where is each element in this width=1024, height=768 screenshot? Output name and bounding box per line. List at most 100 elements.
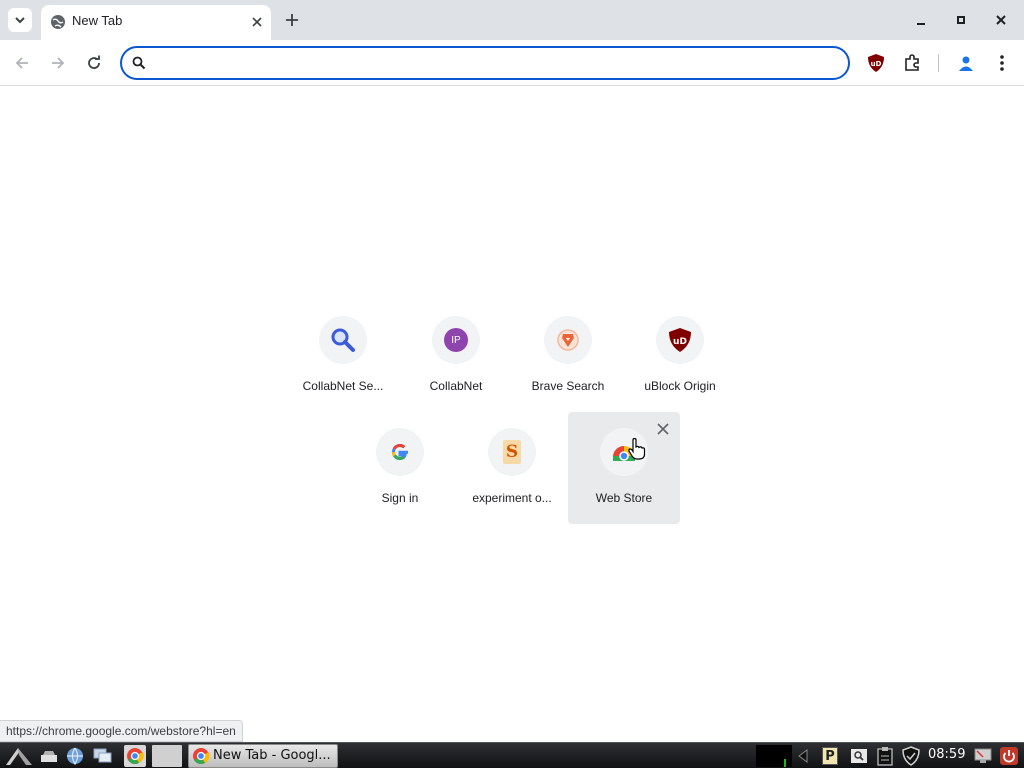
p-letter-text: P	[825, 748, 835, 764]
shortcut-label: CollabNet Se...	[302, 379, 384, 393]
globe-icon	[51, 15, 65, 29]
ip-letter-icon: IP	[444, 328, 468, 352]
network-icon	[798, 749, 808, 763]
reload-button[interactable]	[81, 50, 107, 76]
minimize-button[interactable]	[909, 8, 933, 32]
tab-title: New Tab	[72, 13, 123, 28]
shield-icon	[902, 746, 920, 766]
shortcut-label: uBlock Origin	[644, 379, 716, 393]
browser-launcher[interactable]	[64, 745, 86, 767]
window-list-button[interactable]	[92, 745, 114, 767]
network-tray-icon[interactable]	[794, 745, 814, 767]
start-menu-button[interactable]	[4, 745, 34, 767]
tab-close-button[interactable]	[247, 12, 267, 32]
shortcut-tile-hovered[interactable]: Web Store	[568, 412, 680, 524]
tab-new-tab[interactable]: New Tab	[41, 5, 271, 40]
arrow-right-icon	[52, 57, 65, 69]
taskbar-window-button[interactable]: New Tab - Googl...	[188, 744, 338, 768]
shortcut-icon-circle: uD	[656, 316, 704, 364]
power-icon	[1000, 747, 1018, 765]
status-bubble-url: https://chrome.google.com/webstore?hl=en	[0, 720, 243, 742]
clipboard-tray-icon[interactable]	[874, 745, 896, 767]
close-icon	[657, 423, 669, 435]
arrow-left-icon	[15, 57, 28, 69]
tab-search-button[interactable]	[8, 8, 32, 32]
hand-cursor-icon	[628, 438, 646, 460]
shortcut-tile[interactable]: IP CollabNet	[400, 300, 512, 412]
shortcut-icon-circle	[376, 428, 424, 476]
s-letter-text: S	[505, 442, 519, 462]
shortcut-icon-circle: IP	[432, 316, 480, 364]
workspace-switcher[interactable]	[152, 745, 182, 767]
reload-icon	[88, 55, 100, 69]
ublock-letters: uD	[673, 337, 687, 347]
ip-letter-text: IP	[451, 334, 461, 346]
toolbar-separator	[938, 54, 939, 72]
chrome-icon	[127, 748, 144, 764]
shield-tray-icon[interactable]	[900, 745, 922, 767]
minimize-icon	[917, 23, 925, 25]
cpu-monitor-graph	[756, 745, 792, 767]
s-letter-icon: S	[503, 440, 521, 464]
shortcut-label: Web Store	[595, 491, 653, 505]
person-icon	[959, 56, 973, 71]
show-desktop-button[interactable]	[38, 745, 60, 767]
svg-text:uD: uD	[871, 60, 882, 68]
shortcut-icon-circle	[544, 316, 592, 364]
shortcut-label: Sign in	[381, 491, 419, 505]
chrome-icon	[193, 748, 210, 764]
cpu-graph-icon	[784, 759, 786, 767]
os-taskbar: New Tab - Googl... P 08:59	[0, 742, 1024, 768]
toolbar: uD	[0, 40, 1024, 86]
ublock-shield-icon: uD	[669, 328, 691, 352]
clipboard-icon	[877, 747, 893, 766]
brave-lion-icon	[557, 329, 579, 351]
search-tray-icon[interactable]	[848, 745, 870, 767]
shortcut-icon-circle: S	[488, 428, 536, 476]
shortcut-tile[interactable]: CollabNet Se...	[287, 300, 399, 412]
google-g-icon	[391, 444, 408, 461]
shortcut-label: CollabNet	[429, 379, 483, 393]
kebab-menu-icon	[1000, 55, 1004, 71]
extensions-button[interactable]	[900, 51, 924, 75]
shortcut-tile[interactable]: S experiment o...	[456, 412, 568, 524]
tab-strip: New Tab	[0, 0, 1024, 40]
plus-icon	[286, 14, 298, 26]
profile-button[interactable]	[954, 51, 978, 75]
ublock-shield-icon: uD	[868, 54, 884, 72]
ublock-extension-button[interactable]: uD	[864, 51, 888, 75]
shortcut-tile[interactable]: uD uBlock Origin	[624, 300, 736, 412]
close-icon	[996, 15, 1006, 25]
taskbar-clock: 08:59	[928, 747, 966, 762]
p-tray-icon[interactable]: P	[820, 745, 840, 767]
shortcut-tile[interactable]: Brave Search	[512, 300, 624, 412]
start-menu-icon	[6, 748, 32, 765]
display-tray-icon[interactable]	[972, 745, 994, 767]
monitor-icon	[974, 748, 992, 763]
chrome-launcher[interactable]	[124, 745, 146, 767]
windows-icon	[93, 748, 112, 763]
shortcut-label: experiment o...	[472, 491, 552, 505]
menu-button[interactable]	[990, 51, 1014, 75]
magnifier-icon	[331, 328, 355, 352]
puzzle-icon	[905, 54, 919, 71]
new-tab-button[interactable]	[280, 8, 304, 32]
close-window-button[interactable]	[989, 8, 1013, 32]
power-button[interactable]	[998, 745, 1020, 767]
maximize-icon	[957, 16, 965, 24]
close-icon	[252, 17, 262, 27]
globe-icon	[67, 747, 83, 765]
chevron-down-icon	[15, 17, 25, 24]
address-input[interactable]	[154, 52, 834, 74]
remove-shortcut-button[interactable]	[654, 420, 672, 438]
shortcut-icon-circle	[319, 316, 367, 364]
maximize-button[interactable]	[949, 8, 973, 32]
forward-button[interactable]	[45, 50, 71, 76]
desktop-icon	[41, 751, 57, 762]
back-button[interactable]	[9, 50, 35, 76]
taskbar-window-title: New Tab - Googl...	[213, 748, 331, 763]
shortcut-tile[interactable]: Sign in	[344, 412, 456, 524]
shortcut-label: Brave Search	[531, 379, 605, 393]
address-bar[interactable]	[120, 46, 850, 80]
search-icon	[132, 56, 146, 70]
